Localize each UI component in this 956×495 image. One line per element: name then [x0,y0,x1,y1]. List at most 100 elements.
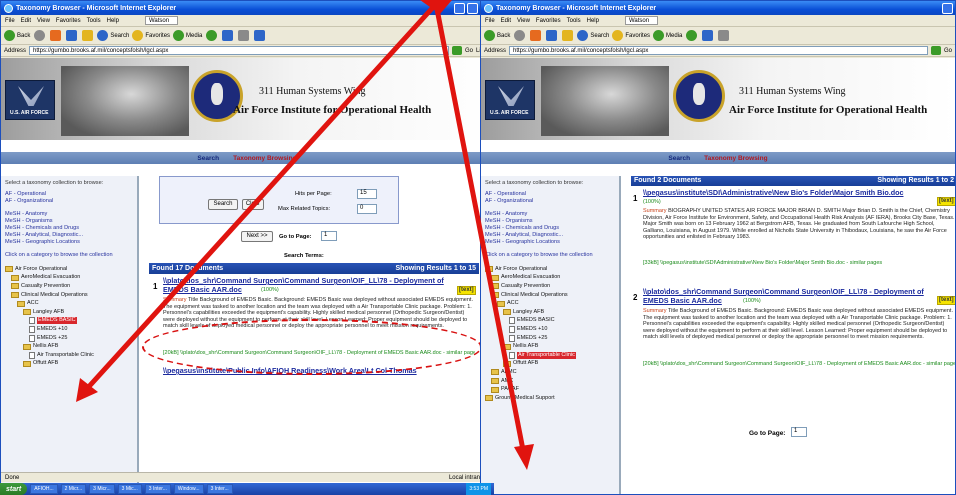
link-mesh-geographic[interactable]: MeSH - Geographic Locations [5,239,137,246]
stop-button[interactable] [49,29,62,42]
search-button[interactable]: Search [577,29,609,42]
go-icon[interactable] [930,46,941,55]
menu-favorites[interactable]: Favorites [56,18,81,24]
tree-item[interactable]: EMEDS +10 [485,325,619,334]
left-title-bar[interactable]: Taxonomy Browser - Microsoft Internet Ex… [1,1,493,15]
go-label[interactable]: Go [465,48,473,54]
tree-item[interactable]: Casualty Prevention [485,282,619,291]
refresh-button[interactable] [65,29,78,42]
tree-item[interactable]: EMEDS +25 [485,334,619,343]
media-button[interactable]: Media [173,29,202,42]
maximize-icon[interactable] [467,2,478,14]
tree-item[interactable]: Clinical Medical Operations [485,291,619,300]
tree-item[interactable]: Air Force Operational [5,265,137,274]
mail-button[interactable] [221,29,234,42]
mail-button[interactable] [701,29,714,42]
tree-item[interactable]: Clinical Medical Operations [5,291,137,300]
link-af-operational[interactable]: AF - Operational [485,191,619,198]
search-submit-button[interactable]: Search [208,199,238,210]
favorites-button[interactable]: Favorites [612,29,650,42]
menu-view[interactable]: View [517,18,530,24]
address-input[interactable]: https://gumbo.brooks.af.mil/conceptsfols… [29,46,449,55]
forward-button[interactable] [513,29,526,42]
text-format-badge[interactable]: [text] [457,286,476,296]
link-mesh-chemicals[interactable]: MeSH - Chemicals and Drugs [5,225,137,232]
tree-item[interactable]: ACC [485,299,619,308]
link-af-operational[interactable]: AF - Operational [5,191,137,198]
result-title-link[interactable]: \\pegasus\institute\SDI\Administrative\N… [643,188,939,198]
tree-item[interactable]: AeroMedical Evacuation [485,274,619,283]
goto-page-select[interactable]: 1 [321,231,337,241]
menu-file[interactable]: File [485,18,495,24]
home-button[interactable] [561,29,574,42]
tree-item[interactable]: Nellis AFB [485,342,619,351]
taskbar-item[interactable]: 3 Mic... [117,484,142,494]
tree-item[interactable]: ACC [5,299,137,308]
address-input[interactable]: https://gumbo.brooks.af.mil/conceptsfols… [509,46,928,55]
nav-search-link[interactable]: Search [668,155,690,162]
favorites-button[interactable]: Favorites [132,29,170,42]
back-button[interactable]: Back [484,29,510,42]
link-af-organizational[interactable]: AF - Organizational [485,198,619,205]
link-mesh-anatomy[interactable]: MeSH - Anatomy [5,211,137,218]
max-related-select[interactable]: 0 [357,204,377,214]
result-cache-link[interactable]: [20kB] \\plato\dos_shr\Command Surgeon\C… [643,361,955,368]
tree-item[interactable]: Offutt AFB [485,360,619,369]
history-button[interactable] [685,29,698,42]
tree-item[interactable]: Offutt AFB [5,360,137,369]
back-button[interactable]: Back [4,29,30,42]
result-title-link[interactable]: \\plato\dos_shr\Command Surgeon\Command … [163,276,453,294]
result-title-link[interactable]: \\plato\dos_shr\Command Surgeon\Command … [643,287,939,305]
menu-edit[interactable]: Edit [21,18,31,24]
menu-edit[interactable]: Edit [501,18,511,24]
menu-tools[interactable]: Tools [567,18,581,24]
print-button[interactable] [237,29,250,42]
nav-search-link[interactable]: Search [197,155,219,162]
minimize-icon[interactable] [454,2,465,14]
link-mesh-anatomy[interactable]: MeSH - Anatomy [485,211,619,218]
search-button[interactable]: Search [97,29,129,42]
next-page-button[interactable]: Next >> [241,231,273,242]
tree-item[interactable]: Casualty Prevention [5,282,137,291]
tree-item[interactable]: Air Force Operational [485,265,619,274]
link-mesh-analytical[interactable]: MeSH - Analytical, Diagnostic... [485,232,619,239]
go-icon[interactable] [451,46,462,55]
tree-item[interactable]: AeroMedical Evacuation [5,274,137,283]
right-title-bar[interactable]: Taxonomy Browser - Microsoft Internet Ex… [481,1,955,15]
print-button[interactable] [717,29,730,42]
menu-help[interactable]: Help [587,18,599,24]
go-label[interactable]: Go [944,48,952,54]
taskbar-item[interactable]: 2 Micr... [60,484,87,494]
hits-per-page-select[interactable]: 15 [357,189,377,199]
tree-item[interactable]: Nellis AFB [5,342,137,351]
taskbar-item[interactable]: Window... [173,484,204,494]
menu-view[interactable]: View [37,18,50,24]
menu-help[interactable]: Help [107,18,119,24]
link-mesh-organisms[interactable]: MeSH - Organisms [5,218,137,225]
media-button[interactable]: Media [653,29,682,42]
tree-item[interactable]: AFMC [485,368,619,377]
link-mesh-geographic[interactable]: MeSH - Geographic Locations [485,239,619,246]
tree-item[interactable]: EMEDS BASIC [485,317,619,326]
tree-item-selected[interactable]: EMEDS BASIC [5,317,137,326]
forward-button[interactable] [33,29,46,42]
minimize-icon[interactable] [942,2,953,14]
menu-tools[interactable]: Tools [87,18,101,24]
menu-favorites[interactable]: Favorites [536,18,561,24]
stop-button[interactable] [529,29,542,42]
tree-item[interactable]: Langley AFB [485,308,619,317]
tree-item[interactable]: EMEDS +25 [5,334,137,343]
watson-search-box[interactable]: Watson [144,16,179,25]
text-format-badge[interactable]: [text] [937,296,955,306]
history-button[interactable] [205,29,218,42]
tree-item[interactable]: EMEDS +10 [5,325,137,334]
refresh-button[interactable] [545,29,558,42]
edit-button[interactable] [253,29,266,42]
tree-item[interactable]: Ground Medical Support [485,394,619,403]
taskbar-item[interactable]: 3 Micr... [89,484,115,494]
text-format-badge[interactable]: [text] [937,197,955,207]
tree-item[interactable]: Air Transportable Clinic [5,351,137,360]
tree-item[interactable]: Langley AFB [5,308,137,317]
start-button[interactable]: start [0,483,28,495]
link-mesh-analytical[interactable]: MeSH - Analytical, Diagnostic... [5,232,137,239]
